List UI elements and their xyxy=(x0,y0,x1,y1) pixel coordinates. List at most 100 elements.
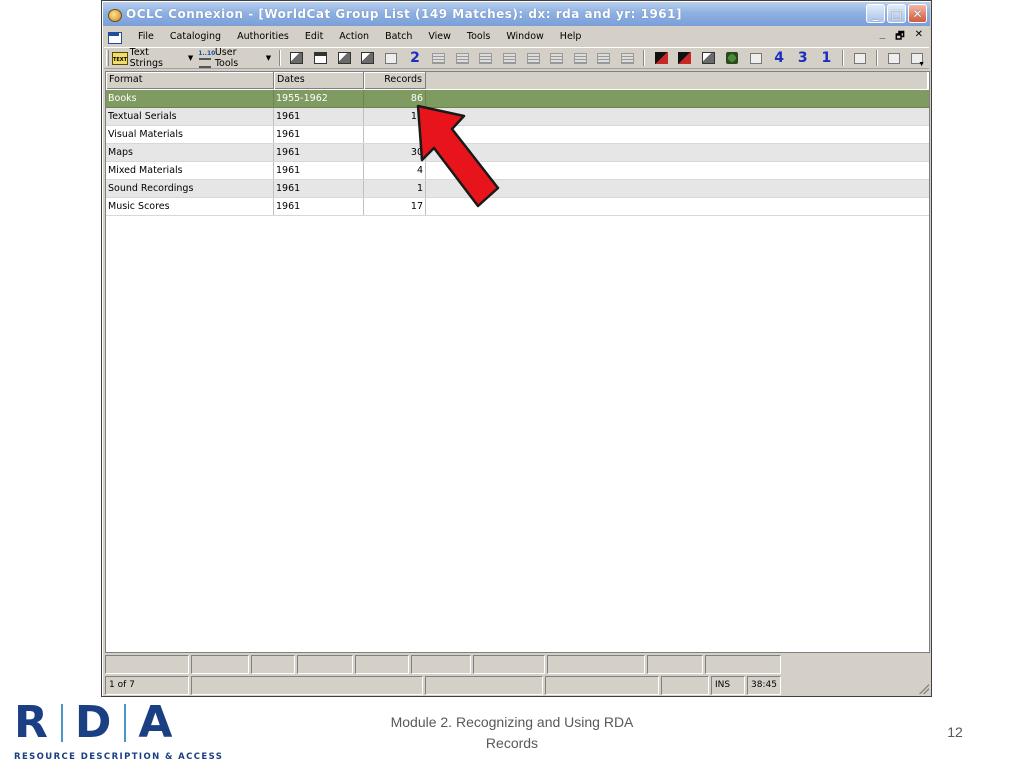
menu-cataloging[interactable]: Cataloging xyxy=(162,31,229,42)
local-save-icon[interactable] xyxy=(699,50,718,67)
toolbar-grip[interactable] xyxy=(106,50,109,66)
resize-grip-icon[interactable] xyxy=(919,684,929,694)
status-insert-mode: INS xyxy=(711,676,745,695)
chevron-down-icon[interactable]: ▼ xyxy=(188,54,193,62)
table-row-maps[interactable]: Maps 1961 30 xyxy=(106,144,929,162)
child-window-controls: _ 🗗 ✕ xyxy=(880,29,923,46)
maximize-button[interactable]: □ xyxy=(887,4,906,23)
cell-format: Textual Serials xyxy=(106,108,274,125)
replace-icon[interactable] xyxy=(746,50,765,67)
title-bar[interactable]: OCLC Connexion - [WorldCat Group List (1… xyxy=(103,2,930,26)
check-icon[interactable] xyxy=(884,50,903,67)
table-row-music-scores[interactable]: Music Scores 1961 17 xyxy=(106,198,929,216)
cell-dates: 1955-1962 xyxy=(274,90,364,107)
table-row-books[interactable]: Books 1955-1962 86 xyxy=(106,90,929,108)
status-panel xyxy=(355,655,409,674)
status-bar: 1 of 7 INS 38:45 xyxy=(105,676,930,695)
menu-help[interactable]: Help xyxy=(552,31,590,42)
window-controls: _ □ ✕ xyxy=(866,4,927,23)
toolbar-separator xyxy=(875,50,878,66)
rda-logo-divider xyxy=(60,704,63,742)
chevron-down-icon[interactable]: ▼ xyxy=(266,54,271,62)
close-icon: ✕ xyxy=(912,6,923,21)
window-title: OCLC Connexion - [WorldCat Group List (1… xyxy=(126,7,682,21)
copy-icon[interactable] xyxy=(382,50,401,67)
list-view-icon[interactable] xyxy=(500,50,519,67)
table-row-sound-recordings[interactable]: Sound Recordings 1961 1 xyxy=(106,180,929,198)
child-restore-button[interactable]: 🗗 xyxy=(895,29,904,46)
document-menu-icon[interactable] xyxy=(108,31,122,44)
toolbar-separator xyxy=(279,50,282,66)
connexion-window: OCLC Connexion - [WorldCat Group List (1… xyxy=(101,0,932,697)
save-list-icon[interactable] xyxy=(524,50,543,67)
command-4-button[interactable]: 4 xyxy=(770,50,789,67)
column-header-format[interactable]: Format xyxy=(106,72,274,89)
toolbar-overflow-icon[interactable]: ▼ xyxy=(918,61,925,68)
rda-logo-divider xyxy=(124,704,127,742)
status-panel xyxy=(647,655,703,674)
action-red-icon[interactable] xyxy=(652,50,671,67)
child-minimize-button[interactable]: _ xyxy=(880,29,886,46)
tree-icon[interactable] xyxy=(723,50,742,67)
text-strings-icon xyxy=(111,51,128,65)
menu-action[interactable]: Action xyxy=(331,31,377,42)
group-list-grid: Format Dates Records Books 1955-1962 86 … xyxy=(105,71,930,653)
menu-authorities[interactable]: Authorities xyxy=(229,31,297,42)
table-row-visual-materials[interactable]: Visual Materials 1961 xyxy=(106,126,929,144)
cell-dates: 1961 xyxy=(274,144,364,161)
keyword-search-icon[interactable] xyxy=(358,50,377,67)
edit-record-icon[interactable] xyxy=(571,50,590,67)
status-time: 38:45 xyxy=(747,676,781,695)
command-1-button[interactable]: 1 xyxy=(817,50,836,67)
menu-file[interactable]: File xyxy=(130,31,162,42)
menu-view[interactable]: View xyxy=(420,31,459,42)
column-header-records[interactable]: Records xyxy=(364,72,426,89)
child-close-button[interactable]: ✕ xyxy=(915,29,923,46)
rda-logo-letter-d: D xyxy=(74,697,113,748)
field-insert-icon[interactable] xyxy=(477,50,496,67)
minimize-button[interactable]: _ xyxy=(866,4,885,23)
menu-tools[interactable]: Tools xyxy=(459,31,498,42)
search-worldcat-icon[interactable] xyxy=(288,50,307,67)
status-panel xyxy=(661,676,709,695)
slide-caption-line-2: Records xyxy=(485,735,539,751)
close-button[interactable]: ✕ xyxy=(908,4,927,23)
menu-edit[interactable]: Edit xyxy=(297,31,331,42)
text-strings-button[interactable]: Text Strings ▼ xyxy=(111,47,193,69)
table-row-mixed-materials[interactable]: Mixed Materials 1961 4 xyxy=(106,162,929,180)
sort-icon[interactable] xyxy=(547,50,566,67)
control-field-icon[interactable] xyxy=(453,50,472,67)
validate-icon[interactable] xyxy=(595,50,614,67)
command-2-button[interactable]: 2 xyxy=(406,50,425,67)
minimize-icon: _ xyxy=(872,6,879,21)
browse-worldcat-icon[interactable] xyxy=(311,50,330,67)
cell-format: Sound Recordings xyxy=(106,180,274,197)
menu-bar: File Cataloging Authorities Edit Action … xyxy=(104,27,929,46)
export-icon[interactable] xyxy=(618,50,637,67)
connexion-app-icon[interactable] xyxy=(107,7,122,22)
status-panel xyxy=(191,676,423,695)
menu-batch[interactable]: Batch xyxy=(377,31,420,42)
status-panel xyxy=(425,676,543,695)
command-3-button[interactable]: 3 xyxy=(793,50,812,67)
status-panel xyxy=(191,655,249,674)
search-local-icon[interactable] xyxy=(335,50,354,67)
column-header-dates[interactable]: Dates xyxy=(274,72,364,89)
user-tools-label: User Tools xyxy=(214,47,239,69)
authority-icon[interactable] xyxy=(851,50,870,67)
lock-record-icon[interactable] xyxy=(675,50,694,67)
cell-dates: 1961 xyxy=(274,198,364,215)
status-record-position: 1 of 7 xyxy=(105,676,189,695)
cell-dates: 1961 xyxy=(274,162,364,179)
record-view-icon[interactable] xyxy=(429,50,448,67)
cell-format: Visual Materials xyxy=(106,126,274,143)
table-row-textual-serials[interactable]: Textual Serials 1961 10 xyxy=(106,108,929,126)
status-panel xyxy=(473,655,545,674)
maximize-icon: □ xyxy=(890,6,903,21)
cell-format: Books xyxy=(106,90,274,107)
rda-logo-letter-a: A xyxy=(138,697,174,748)
menu-window[interactable]: Window xyxy=(498,31,551,42)
user-tools-button[interactable]: User Tools ▼ xyxy=(197,47,271,69)
cell-format: Mixed Materials xyxy=(106,162,274,179)
status-panel xyxy=(545,676,659,695)
